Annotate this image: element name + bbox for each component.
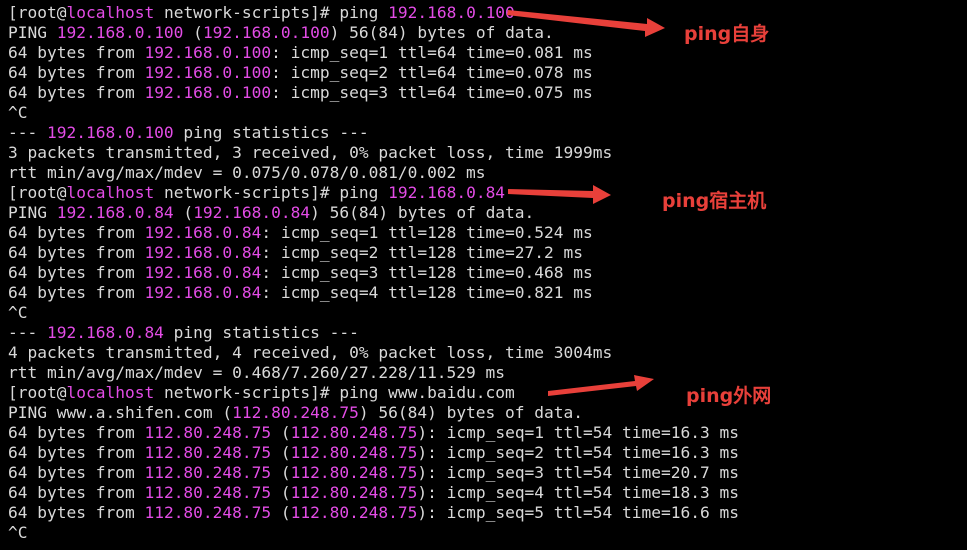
arrow-icon [508,185,611,204]
annotation-ping-self: ping自身 [684,23,770,45]
arrow-icon [507,10,665,37]
annotation-arrows [507,10,665,396]
annotation-ping-host: ping宿主机 [662,190,767,212]
annotation-ping-external: ping外网 [686,385,772,407]
arrow-icon [548,375,654,396]
terminal-window[interactable]: [root@localhost network-scripts]# ping 1… [0,0,967,550]
